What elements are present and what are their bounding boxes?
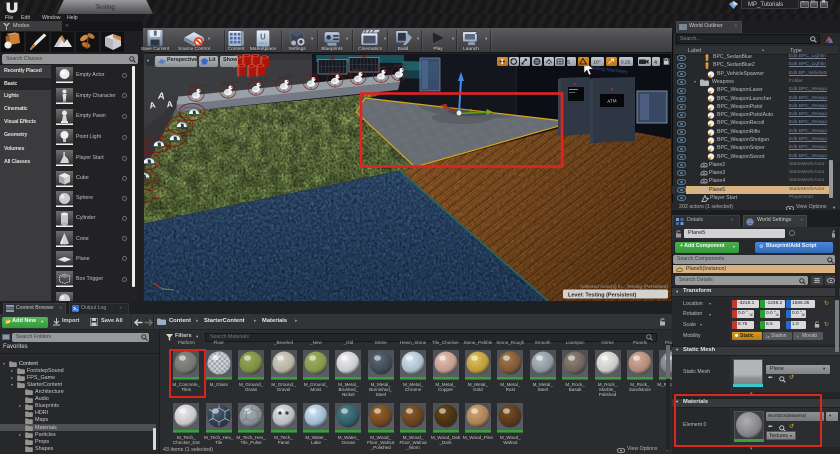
svg-text:x: x <box>150 279 152 284</box>
svg-text:5: 5 <box>567 59 570 65</box>
svg-text:MKT: MKT <box>259 41 268 46</box>
svg-text:Selected Actor(s) in .. Testin: Selected Actor(s) in .. Testing (Persist… <box>580 284 668 290</box>
svg-text:-y: -y <box>175 289 178 294</box>
svg-text:10°: 10° <box>593 59 600 65</box>
svg-text:Level: Testing (Persistent): Level: Testing (Persistent) <box>568 293 637 299</box>
svg-text:ATM: ATM <box>607 98 617 103</box>
svg-text:A: A <box>166 99 173 109</box>
svg-text:4: 4 <box>654 59 657 65</box>
svg-text:0.25: 0.25 <box>621 59 631 65</box>
